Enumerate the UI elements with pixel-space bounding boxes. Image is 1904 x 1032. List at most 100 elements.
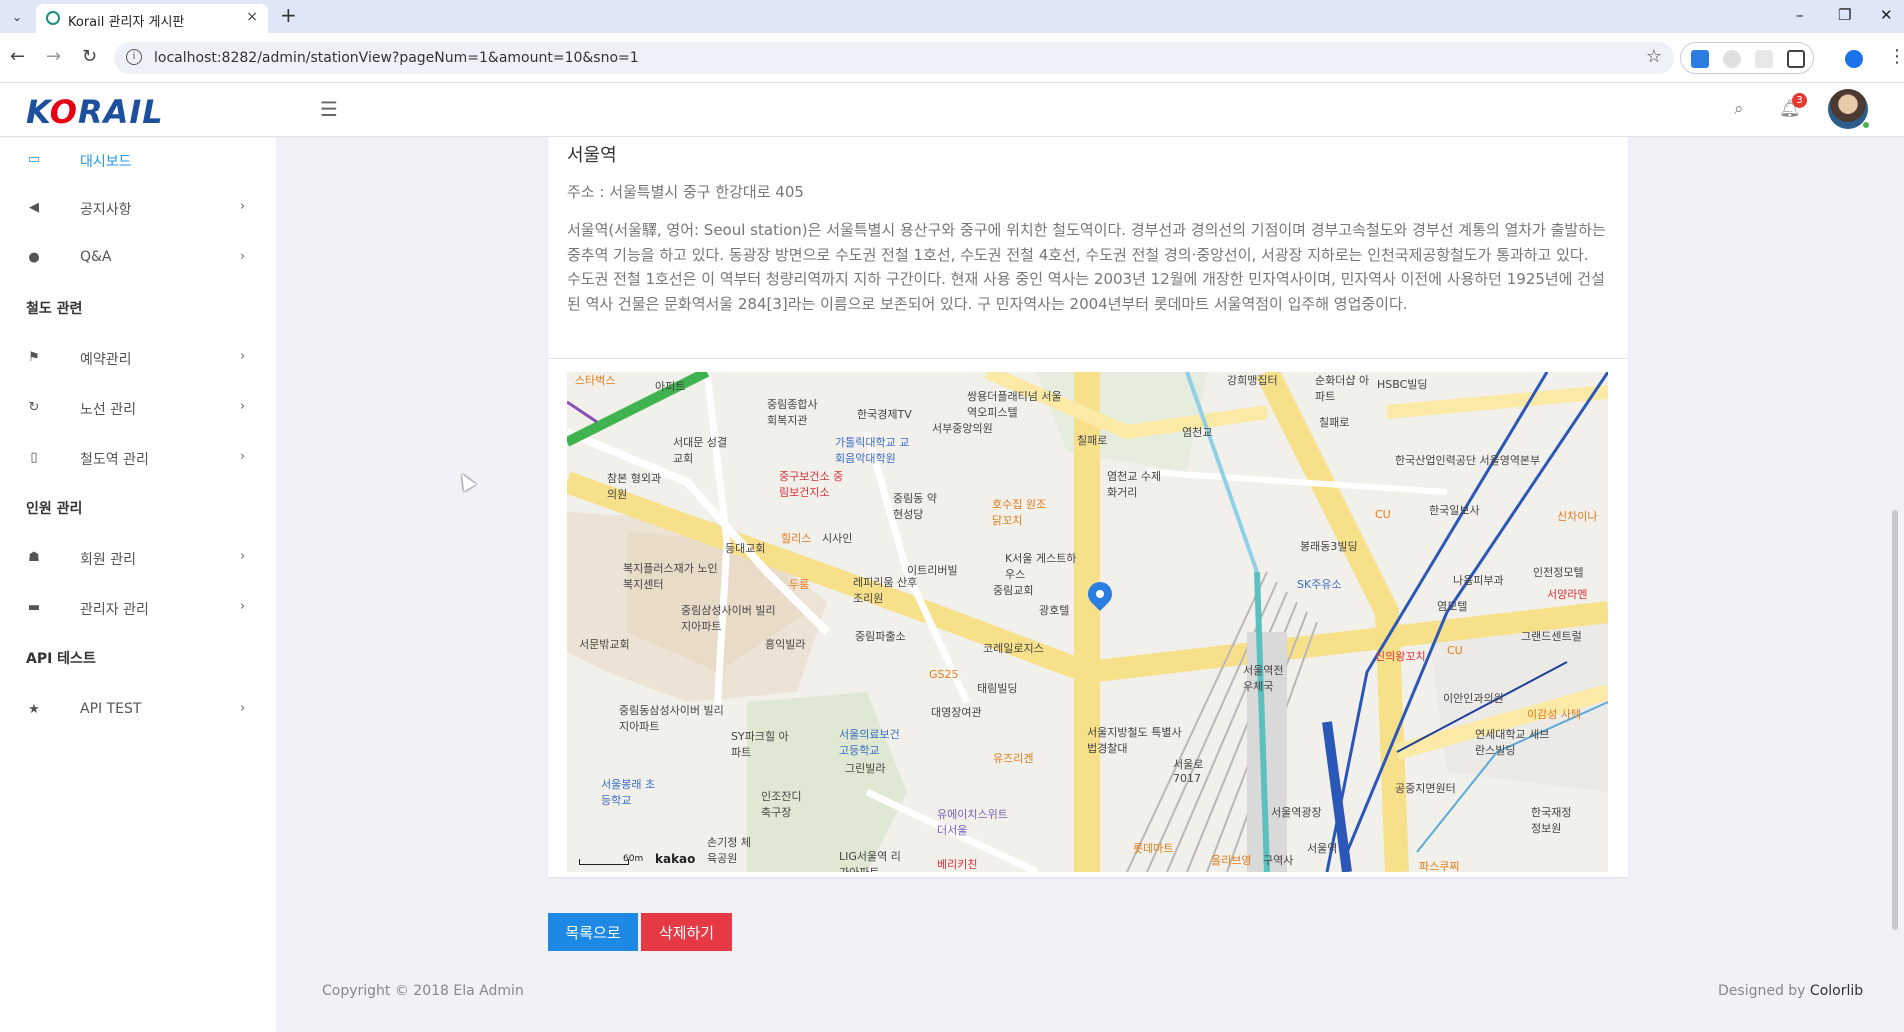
map-label: 힐리스 [781,532,812,545]
address-bar[interactable]: i localhost:8282/admin/stationView?pageN… [114,42,1674,74]
map-label: 한국산업인력공단 서울영역본부 [1395,454,1541,467]
refresh-icon: ↻ [28,400,40,415]
map-label: 롯데마트 [1133,842,1174,855]
colorlib-link[interactable]: Colorlib [1810,983,1863,999]
sidebar: ▭ 대시보드 ◀ 공지사항 › ● Q&A › 철도 관련 ⚑ 예약관리 › ↻… [0,138,276,1032]
map-label: 코레일로지스 [983,642,1044,655]
new-tab-icon[interactable]: + [280,3,297,27]
sidebar-section-api: API 테스트 [26,651,96,667]
chevron-right-icon: › [240,349,246,364]
map-label: GS25 [929,668,959,681]
extension-download-icon[interactable] [1691,50,1709,68]
browser-profile-icon[interactable] [1845,50,1863,68]
delete-button[interactable]: 삭제하기 [641,913,732,951]
map-label: 나음피부과 [1453,574,1504,587]
extension-box-icon[interactable] [1755,50,1773,68]
map-label: 중림종합사회복지관 [767,398,818,427]
chevron-right-icon: › [240,249,246,264]
chevron-right-icon: › [240,701,246,716]
kakao-map-logo: kakao [655,852,696,866]
map-label: 봉래동3빌딩 [1300,540,1358,553]
sidebar-item-api-test[interactable]: ★ API TEST › [0,688,276,732]
map-label: 중림파출소 [855,630,906,643]
map-label: CU [1447,644,1463,657]
chevron-right-icon: › [240,399,246,414]
flag-icon: ⚑ [28,350,40,365]
bookmark-star-icon[interactable]: ☆ [1646,46,1662,67]
map-label: 인전정모텔 [1533,566,1584,579]
map-label: 참본 형외과의원 [607,472,662,501]
sidebar-item-qna[interactable]: ● Q&A › [0,236,276,280]
map-label: 아피트 [655,380,686,393]
map-label: 서문밖교회 [579,638,630,651]
map-label: SY파크힐 아파트 [731,730,789,759]
sidebar-item-members[interactable]: ☗ 회원 관리 › [0,536,276,580]
map-label: 쌍용더플래티넘 서울역오피스텔 [967,390,1062,419]
forward-icon[interactable]: → [46,46,61,67]
chevron-right-icon: › [240,199,246,214]
sidebar-item-label: Q&A [80,249,112,265]
map-label: 그랜드센트럴 [1521,630,1582,643]
map-label: 중림삼성사이버 빌리지아파트 [681,604,776,633]
map-label: 서울역 [1307,842,1338,855]
maximize-icon[interactable]: ❐ [1838,6,1851,24]
map-label: 중림동 약현성당 [893,492,937,521]
map-label: 서대문 성결교회 [673,436,728,465]
map-label: 흥익빌라 [765,638,806,651]
sidebar-item-label: 관리자 관리 [80,602,149,618]
map-label: 서울역광장 [1271,806,1322,819]
page-scrollbar[interactable] [1892,510,1898,930]
browser-toolbar: ← → ↻ i localhost:8282/admin/stationView… [0,33,1904,83]
tab-close-icon[interactable]: × [246,9,258,25]
map-label: 올리브영 [1211,854,1252,867]
map-label: 중림교회 [993,584,1034,597]
browser-tab[interactable]: Korail 관리자 게시판 × [36,4,268,33]
notification-badge: 3 [1792,93,1807,108]
map-label: 레피리움 산후조리원 [853,576,918,605]
back-icon[interactable]: ← [10,46,25,67]
map-label: 복지플러스재가 노인복지센터 [623,562,718,591]
map-label: 순화더샵 아파트 [1315,374,1370,403]
korail-logo[interactable]: KORAIL [26,93,164,131]
tab-search-chevron-icon[interactable]: ⌄ [6,6,28,28]
extension-gear-icon[interactable] [1723,50,1741,68]
sidebar-item-dashboard[interactable]: ▭ 대시보드 [0,138,276,182]
back-to-list-button[interactable]: 목록으로 [548,913,638,951]
map-label: 광호텔 [1039,604,1070,617]
logo-text: KORAIL [26,93,164,131]
map-label: 칠패로 [1319,416,1350,429]
extensions-group [1680,42,1814,74]
map-label: SK주유소 [1297,578,1342,591]
sidebar-item-station[interactable]: ▯ 철도역 관리 › [0,436,276,480]
close-window-icon[interactable]: ✕ [1880,6,1893,24]
map-label: 염모텔 [1437,600,1468,613]
sidebar-item-label: 철도역 관리 [80,452,149,468]
map-label: 한국일보사 [1429,504,1480,517]
map-label: 서부중앙의원 [932,422,993,435]
minimize-icon[interactable]: – [1796,6,1804,24]
map-label: 중구보건소 중림보건지소 [779,470,844,499]
sidebar-item-route[interactable]: ↻ 노선 관리 › [0,386,276,430]
sidebar-section-staff: 인원 관리 [26,501,83,517]
reload-icon[interactable]: ↻ [82,46,97,67]
map-label: 가톨릭대학교 교회음악대학원 [835,436,910,465]
map-label: 중림동삼성사이버 빌리지아파트 [619,704,724,733]
map-label: 시사인 [822,532,853,545]
sidebar-item-admins[interactable]: ▬ 관리자 관리 › [0,586,276,630]
building-icon: ▯ [30,450,38,465]
search-icon[interactable]: ⌕ [1734,99,1744,119]
menu-toggle-icon[interactable]: ☰ [320,97,338,121]
extensions-puzzle-icon[interactable] [1787,50,1805,68]
map-label: 파스쿠찌 [1419,860,1460,872]
station-map[interactable]: 스타벅스 아피트 중림종합사회복지관 한국경제TV 쌍용더플래티넘 서울역오피스… [567,372,1608,872]
map-scale-bar [579,859,629,865]
map-label: 서울의료보건 고등학교 [839,728,900,757]
users-icon: ☗ [28,550,40,565]
url-text[interactable]: localhost:8282/admin/stationView?pageNum… [154,50,639,66]
site-info-icon[interactable]: i [126,49,142,65]
app-header: KORAIL ☰ ⌕ 🔔︎ 3 [0,83,1904,137]
sidebar-item-notice[interactable]: ◀ 공지사항 › [0,186,276,230]
browser-menu-icon[interactable]: ⋮ [1888,46,1904,67]
sidebar-item-reservation[interactable]: ⚑ 예약관리 › [0,336,276,380]
chevron-right-icon: › [240,599,246,614]
